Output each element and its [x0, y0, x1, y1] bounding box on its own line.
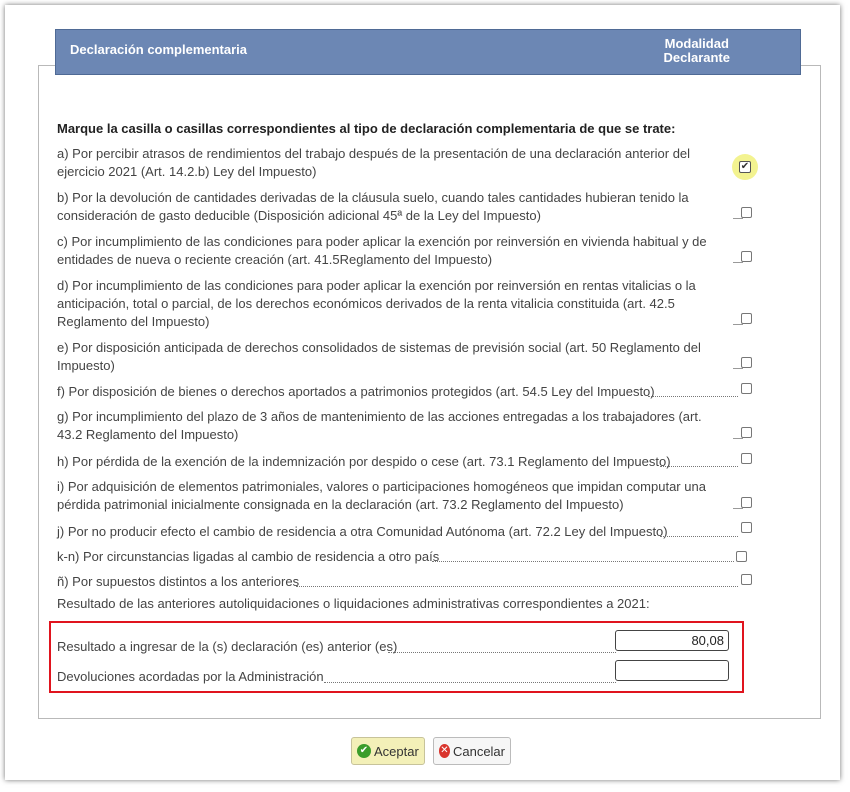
refunds-leader [324, 682, 616, 683]
option-n-tilde: ñ) Por supuestos distintos a los anterio… [57, 573, 707, 591]
option-k-n: k-n) Por circunstancias ligadas al cambi… [57, 548, 707, 566]
header-modality: Modalidad Declarante [664, 37, 730, 65]
option-c-leader [733, 262, 743, 263]
result-to-pay-input[interactable] [615, 630, 729, 651]
option-j-label: j) Por no producir efecto el cambio de r… [57, 524, 668, 539]
refunds-input[interactable] [615, 660, 729, 681]
header-modality-line2: Declarante [663, 50, 730, 65]
option-f: f) Por disposición de bienes o derechos … [57, 383, 707, 401]
option-e-leader [733, 368, 743, 369]
option-h-leader [660, 466, 738, 467]
option-d-leader [733, 324, 743, 325]
option-b-checkbox[interactable] [741, 207, 752, 218]
option-h-checkbox[interactable] [741, 453, 752, 464]
option-h: h) Por pérdida de la exención de la inde… [57, 453, 707, 471]
option-a-highlight: ✔ [732, 154, 758, 180]
option-g-leader [733, 438, 743, 439]
option-b: b) Por la devolución de cantidades deriv… [57, 189, 707, 225]
result-to-pay-leader [388, 652, 616, 653]
option-d-checkbox[interactable] [741, 313, 752, 324]
option-f-checkbox[interactable] [741, 383, 752, 394]
option-b-label: b) Por la devolución de cantidades deriv… [57, 190, 689, 223]
option-c: c) Por incumplimiento de las condiciones… [57, 233, 707, 269]
option-i: i) Por adquisición de elementos patrimon… [57, 478, 707, 514]
option-h-label: h) Por pérdida de la exención de la inde… [57, 454, 671, 469]
instruction-text: Marque la casilla o casillas correspondi… [57, 121, 676, 136]
option-d: d) Por incumplimiento de las condiciones… [57, 277, 707, 331]
option-k-n-leader [432, 561, 734, 562]
option-a: a) Por percibir atrasos de rendimientos … [57, 145, 707, 181]
cancel-button[interactable]: ✕ Cancelar [433, 737, 511, 765]
option-e-checkbox[interactable] [741, 357, 752, 368]
cancel-button-label: Cancelar [452, 743, 505, 759]
check-icon: ✔ [357, 744, 371, 758]
header-title: Declaración complementaria [70, 42, 248, 57]
option-i-leader [733, 508, 743, 509]
option-f-label: f) Por disposición de bienes o derechos … [57, 384, 655, 399]
accept-button-label: Aceptar [374, 743, 419, 759]
option-j-checkbox[interactable] [741, 522, 752, 533]
option-a-label: a) Por percibir atrasos de rendimientos … [57, 146, 691, 179]
option-c-checkbox[interactable] [741, 251, 752, 262]
option-f-leader [648, 396, 738, 397]
option-e-label: e) Por disposición anticipada de derecho… [57, 340, 701, 373]
option-d-label: d) Por incumplimiento de las condiciones… [57, 278, 696, 329]
option-n-tilde-leader [296, 586, 738, 587]
option-g-label: g) Por incumplimiento del plazo de 3 año… [57, 409, 702, 442]
option-k-n-checkbox[interactable] [736, 551, 747, 562]
option-g: g) Por incumplimiento del plazo de 3 año… [57, 408, 707, 444]
option-b-leader [733, 218, 743, 219]
option-j: j) Por no producir efecto el cambio de r… [57, 523, 707, 541]
option-c-label: c) Por incumplimiento de las condiciones… [57, 234, 707, 267]
option-n-tilde-label: ñ) Por supuestos distintos a los anterio… [57, 574, 300, 589]
option-e: e) Por disposición anticipada de derecho… [57, 339, 707, 375]
summary-title: Resultado de las anteriores autoliquidac… [57, 596, 650, 611]
refunds-label: Devoluciones acordadas por la Administra… [57, 669, 324, 684]
section-header: Declaración complementaria Modalidad Dec… [55, 29, 801, 75]
option-n-tilde-checkbox[interactable] [741, 574, 752, 585]
accept-button[interactable]: ✔ Aceptar [351, 737, 425, 765]
option-i-label: i) Por adquisición de elementos patrimon… [57, 479, 706, 512]
option-j-leader [660, 536, 738, 537]
option-g-checkbox[interactable] [741, 427, 752, 438]
option-k-n-label: k-n) Por circunstancias ligadas al cambi… [57, 549, 440, 564]
option-a-checkbox[interactable]: ✔ [739, 161, 751, 173]
result-to-pay-label: Resultado a ingresar de la (s) declaraci… [57, 639, 398, 654]
close-icon: ✕ [439, 744, 450, 758]
option-i-checkbox[interactable] [741, 497, 752, 508]
header-modality-line1: Modalidad [664, 36, 729, 51]
